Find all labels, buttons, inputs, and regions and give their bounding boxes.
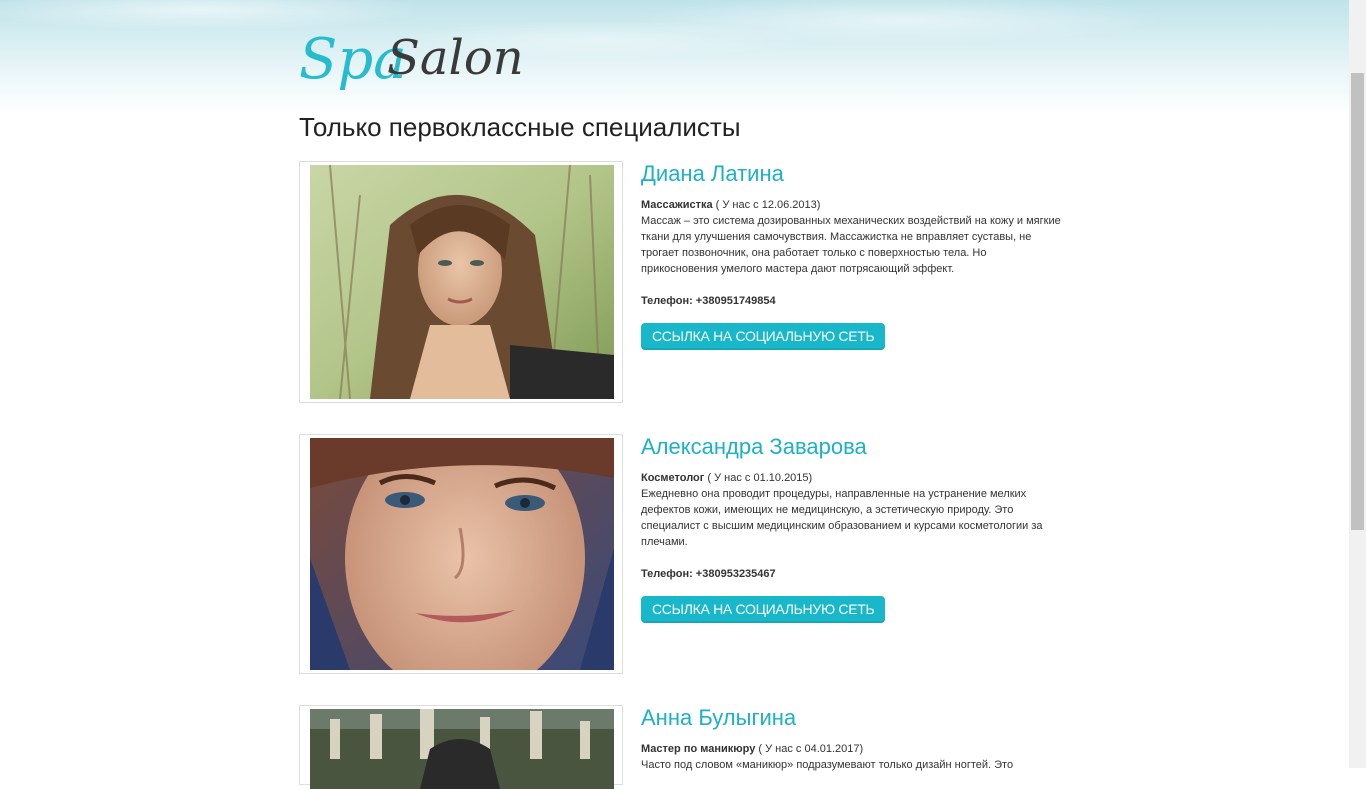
page-title: Только первоклассные специалисты (299, 112, 741, 142)
social-link-button[interactable]: ССЫЛКА НА СОЦИАЛЬНУЮ СЕТЬ (641, 323, 886, 350)
specialist-since: ( У нас с 04.01.2017) (755, 743, 864, 755)
social-link-button[interactable]: ССЫЛКА НА СОЦИАЛЬНУЮ СЕТЬ (641, 596, 886, 623)
specialist-phone: Телефон: +380951749854 (641, 295, 776, 307)
logo-salon-text: Salon (387, 30, 524, 86)
specialist-role-line: Мастер по маникюру ( У нас с 04.01.2017) (641, 741, 1061, 757)
scrollbar-thumb[interactable] (1351, 73, 1364, 530)
specialist-name[interactable]: Александра Заварова (641, 434, 1061, 460)
specialist-name[interactable]: Анна Булыгина (641, 705, 1061, 731)
header-sky-background (0, 0, 1349, 115)
specialist-photo (310, 709, 614, 789)
specialist-description: Ежедневно она проводит процедуры, направ… (641, 488, 1043, 548)
specialist-role-line: Массажистка ( У нас с 12.06.2013) (641, 197, 1061, 213)
photo-frame (299, 705, 623, 789)
specialist-since: ( У нас с 12.06.2013) (712, 199, 821, 211)
specialist-info: Диана Латина Массажистка ( У нас с 12.06… (641, 161, 1061, 350)
specialist-role: Косметолог (641, 472, 705, 484)
page-scrollbar[interactable] (1349, 0, 1366, 768)
specialist-role-line: Косметолог ( У нас с 01.10.2015) (641, 470, 1061, 486)
specialist-photo (310, 438, 614, 670)
specialist-info: Александра Заварова Косметолог ( У нас с… (641, 434, 1061, 623)
specialist-description: Массаж – это система дозированных механи… (641, 215, 1061, 275)
specialist-role: Массажистка (641, 199, 713, 211)
specialist-description: Часто под словом «маникюр» подразумевают… (641, 759, 1014, 771)
specialist-phone: Телефон: +380953235467 (641, 568, 776, 580)
photo-frame (299, 161, 623, 403)
specialist-info: Анна Булыгина Мастер по маникюру ( У нас… (641, 705, 1061, 773)
spa-salon-logo[interactable]: Spa Salon (299, 12, 529, 98)
specialist-photo (310, 165, 614, 399)
photo-frame (299, 434, 623, 674)
specialist-role: Мастер по маникюру (641, 743, 756, 755)
specialist-name[interactable]: Диана Латина (641, 161, 1061, 187)
specialist-since: ( У нас с 01.10.2015) (704, 472, 813, 484)
